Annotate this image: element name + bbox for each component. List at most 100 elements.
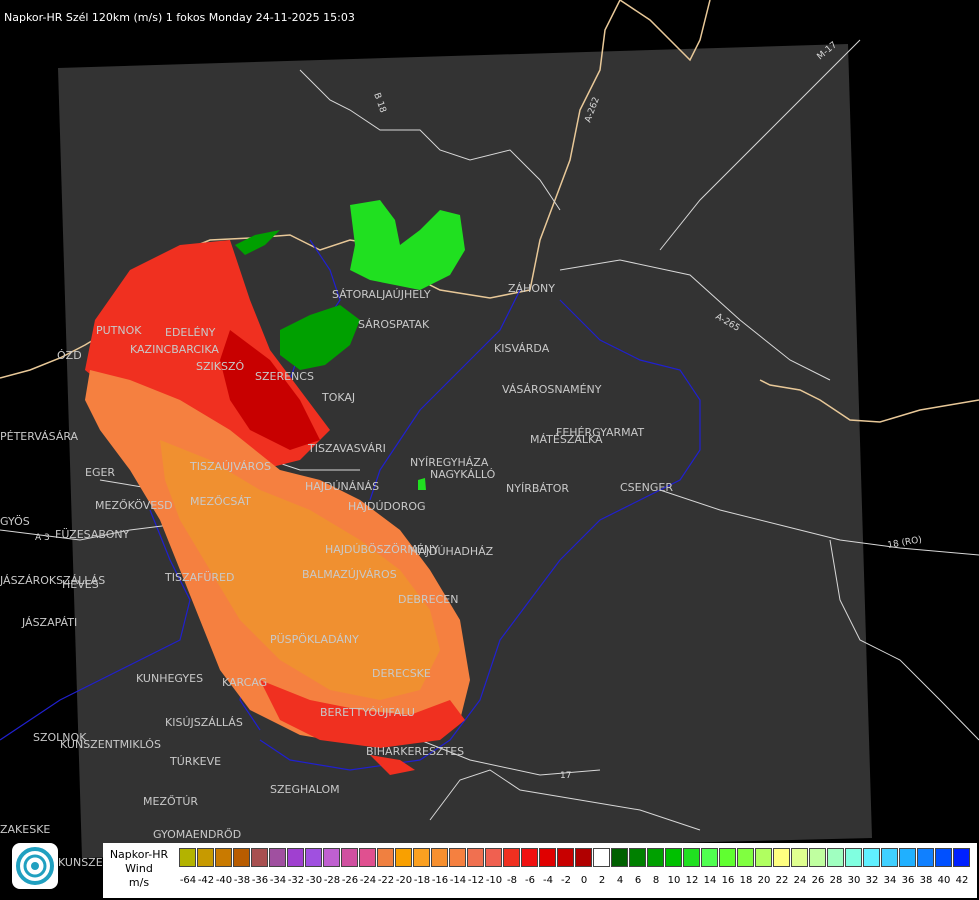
legend-tick-label: 4 — [616, 875, 624, 886]
city-label: KISÚJSZÁLLÁS — [165, 716, 243, 729]
legend-tick-label: 38 — [919, 875, 933, 886]
legend-swatch — [917, 848, 934, 867]
legend-tick-label: 28 — [829, 875, 843, 886]
legend-tick-label: -8 — [507, 875, 517, 886]
legend-swatch — [215, 848, 232, 867]
legend-tick-label: 10 — [667, 875, 681, 886]
city-label: NAGYKÁLLÓ — [430, 468, 496, 481]
city-label: MEZŐTÚR — [143, 794, 198, 808]
legend-swatch — [701, 848, 718, 867]
legend-title-line: m/s — [128, 876, 150, 889]
city-label: KUNSZENTMIKLÓS — [60, 738, 161, 751]
legend-swatch — [431, 848, 448, 867]
legend-tick-label: 40 — [937, 875, 951, 886]
city-label: HAJDÚNÁNÁS — [305, 480, 379, 493]
legend-tick-label: 36 — [901, 875, 915, 886]
legend-swatch — [845, 848, 862, 867]
legend-swatch — [773, 848, 790, 867]
legend-swatch — [863, 848, 880, 867]
legend-swatch — [791, 848, 808, 867]
legend-swatch — [449, 848, 466, 867]
legend-swatch — [809, 848, 826, 867]
city-label: KISVÁRDA — [494, 342, 550, 355]
city-label: SZERENCS — [255, 370, 314, 383]
city-label: HAJDÚHADHÁZ — [410, 545, 494, 558]
legend-swatch — [377, 848, 394, 867]
legend-title-line: Wind — [125, 862, 153, 875]
legend-swatch — [503, 848, 520, 867]
legend-swatch — [899, 848, 916, 867]
legend-tick-label: -64 — [179, 875, 197, 886]
legend-swatch — [251, 848, 268, 867]
legend-tick-label: -36 — [251, 875, 269, 886]
legend-tick-label: -26 — [341, 875, 359, 886]
city-label: HAJDÚDOROG — [348, 500, 426, 513]
city-label: TISZAFÜRED — [164, 571, 234, 584]
road-label: 17 — [560, 771, 571, 781]
city-label: DERECSKE — [372, 667, 431, 680]
legend-swatch — [611, 848, 628, 867]
legend-swatch — [395, 848, 412, 867]
city-label: FÜZESABONY — [55, 528, 130, 541]
legend-swatch — [287, 848, 304, 867]
legend-tick-label: -4 — [543, 875, 553, 886]
city-label: KAZINCBARCIKA — [130, 343, 219, 356]
city-label: EGER — [85, 466, 115, 479]
legend-tick-label: 18 — [739, 875, 753, 886]
legend-tick-label: 12 — [685, 875, 699, 886]
legend-swatch — [935, 848, 952, 867]
legend-swatch — [719, 848, 736, 867]
legend-swatch — [413, 848, 430, 867]
legend-tick-label: -22 — [377, 875, 395, 886]
city-label: EDELÉNY — [165, 326, 216, 339]
legend-swatch — [197, 848, 214, 867]
legend-tick-label: -40 — [215, 875, 233, 886]
legend-tick-label: -32 — [287, 875, 305, 886]
legend-swatch — [467, 848, 484, 867]
city-label: TÚRKEVE — [169, 755, 221, 768]
city-label: VÁSÁROSNAMÉNY — [502, 383, 602, 396]
city-label: GYÖS — [0, 515, 30, 528]
legend-tick-label: -18 — [413, 875, 431, 886]
legend-tick-label: 34 — [883, 875, 897, 886]
city-label: SÁROSPATAK — [358, 318, 430, 331]
legend-swatch — [269, 848, 286, 867]
city-label: TISZAÚJVÁROS — [189, 460, 271, 473]
legend-tick-label: 22 — [775, 875, 789, 886]
map-title: Napkor-HR Szél 120km (m/s) 1 fokos Monda… — [4, 11, 355, 24]
legend-swatch — [881, 848, 898, 867]
city-label: BERETTYÓÚJFALU — [320, 706, 415, 719]
legend-tick-label: -6 — [525, 875, 535, 886]
legend-swatch — [179, 848, 196, 867]
legend-swatch — [233, 848, 250, 867]
legend-swatch — [539, 848, 556, 867]
legend-swatches — [179, 848, 971, 868]
legend-tick-label: -24 — [359, 875, 377, 886]
legend-swatch — [629, 848, 646, 867]
city-label: SÁTORALJAÚJHELY — [332, 288, 431, 301]
legend-swatch — [341, 848, 358, 867]
legend-swatch — [323, 848, 340, 867]
legend-swatch — [737, 848, 754, 867]
city-label: SZIKSZÓ — [196, 360, 244, 373]
legend-tick-label: 16 — [721, 875, 735, 886]
wind-legend: Napkor-HR Wind m/s -64 -42 -40 -38 -36 -34 -32… — [103, 843, 977, 898]
city-label: ÓZD — [57, 349, 82, 362]
legend-tick-label: -12 — [467, 875, 485, 886]
legend-tick-label: 30 — [847, 875, 861, 886]
legend-tick-label: 42 — [955, 875, 969, 886]
legend-tick-label: 26 — [811, 875, 825, 886]
legend-tick-label: -30 — [305, 875, 323, 886]
legend-swatch — [683, 848, 700, 867]
legend-tick-label: 2 — [598, 875, 606, 886]
legend-tick-label: 8 — [652, 875, 660, 886]
legend-tick-label: -28 — [323, 875, 341, 886]
legend-tick-label: -20 — [395, 875, 413, 886]
legend-tick-label: 6 — [634, 875, 642, 886]
legend-tick-label: 24 — [793, 875, 807, 886]
city-label: NYÍRBÁTOR — [506, 482, 569, 495]
city-label: MEZŐCSÁT — [190, 494, 251, 508]
legend-swatch — [647, 848, 664, 867]
legend-swatch — [593, 848, 610, 867]
legend-swatch — [665, 848, 682, 867]
